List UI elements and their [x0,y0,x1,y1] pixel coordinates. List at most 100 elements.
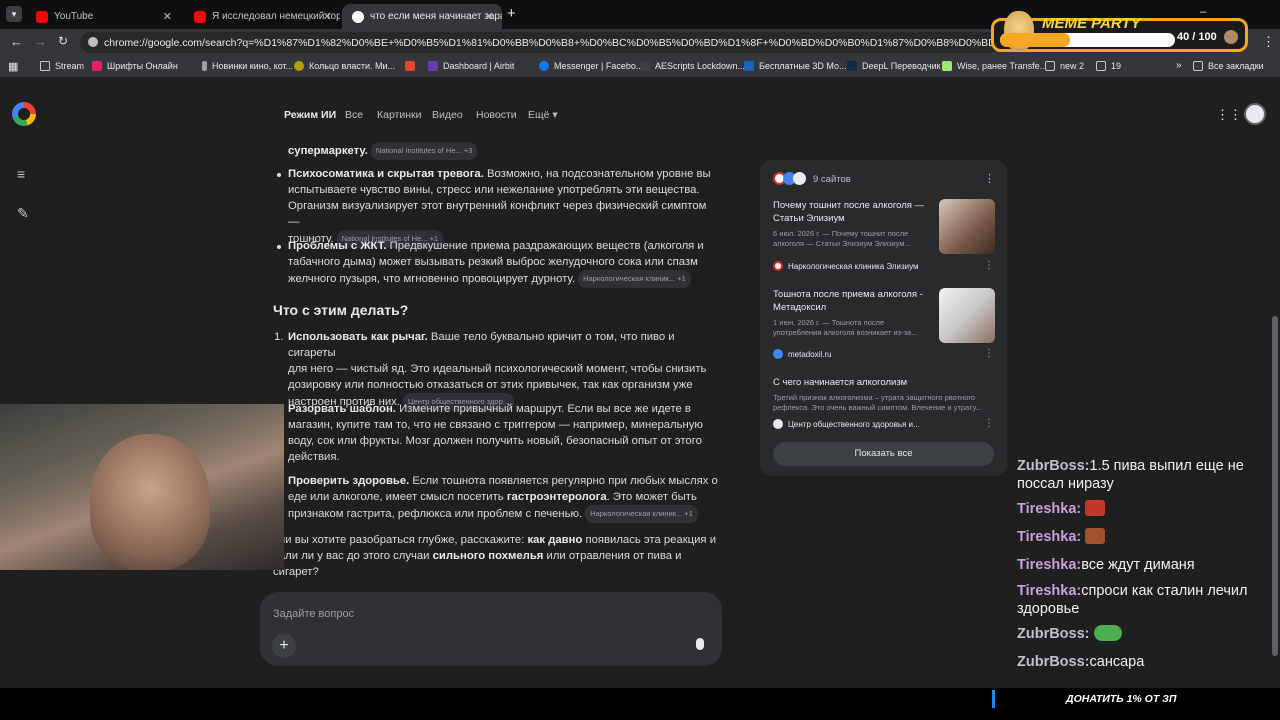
bookmark-airbit[interactable]: Dashboard | Airbit [428,61,514,71]
source-site[interactable]: Центр общественного здоровья и... [773,419,920,429]
source-title[interactable]: Статьи Элизиум [773,213,845,226]
source-title[interactable]: С чего начинается алкоголизм [773,377,907,390]
bookmark-folder-new2[interactable]: new 2 [1045,61,1084,71]
sources-panel: 9 сайтов ⋮ Почему тошнит после алкоголя … [760,160,1007,476]
meme-party-widget: MEME PARTY 40 / 100 [991,11,1248,52]
source-site[interactable]: metadoxil.ru [773,349,832,359]
chat-message: Tireshka: [1017,528,1272,546]
close-tab-icon[interactable]: ✕ [323,10,332,23]
source-title[interactable]: Почему тошнит после алкоголя — [773,200,924,213]
site-info-icon[interactable] [88,37,98,47]
answer-bullet-2: Проблемы с ЖКТ. Предвкушение приема разд… [288,238,718,288]
source-title[interactable]: Метадоксил [773,302,826,315]
tab-youtube[interactable]: YouTube ✕ [26,4,180,29]
youtube-icon [194,10,206,23]
emote-icon [1085,500,1106,516]
bookmark-stream[interactable]: Stream [40,61,84,71]
add-button[interactable]: + [272,634,296,658]
more-icon[interactable]: ⋮ [984,260,994,271]
chat-message: Tireshka: [1017,500,1272,518]
nav-more[interactable]: Ещё ▾ [528,109,558,121]
meme-progress-bar [1000,33,1175,47]
history-icon[interactable]: ≡ [17,166,25,182]
meme-counter: 40 / 100 [1177,31,1217,43]
reload-icon[interactable]: ↻ [58,34,68,48]
nav-images[interactable]: Картинки [377,109,422,121]
more-icon[interactable]: ⋮ [984,172,995,185]
source-snippet: рефлекса. Это очень важный симптом. Влеч… [773,403,982,412]
source-snippet: Третий признак алкоголизма – утрата защи… [773,393,976,402]
bookmarks-bar: ▦ Stream Шрифты Онлайн Новинки кино, кот… [0,56,1280,78]
source-snippet: 6 июл. 2026 г. — Почему тошнит после [773,229,909,238]
source-snippet: употребления алкоголя возникает из-за... [773,328,918,337]
source-title[interactable]: Тошнота после приема алкоголя - [773,289,923,302]
close-tab-icon[interactable]: ✕ [485,10,494,23]
forward-icon[interactable]: → [34,34,47,49]
more-icon[interactable]: ⋮ [984,418,994,429]
bookmark-wise[interactable]: Wise, ранее Transfe... [942,61,1047,71]
nav-news[interactable]: Новости [476,109,517,121]
chat-message: ZubrBoss: [1017,625,1272,643]
apps-icon[interactable]: ▦ [8,60,18,73]
webcam-overlay [0,404,284,570]
followup-question: сли вы хотите разобраться глубже, расска… [273,534,716,578]
more-bookmarks-icon[interactable]: » [1176,60,1182,71]
back-icon[interactable]: ← [10,34,23,49]
close-tab-icon[interactable]: ✕ [163,10,172,23]
bookmark-aescripts[interactable]: AEScripts Lockdown... [640,61,745,71]
chat-message: Tireshka:все ждут диманя [1017,557,1195,573]
chat-message: Tireshka:спроси как сталин лечил здоровь… [1017,583,1248,617]
source-chip[interactable]: Наркологическая клиник... +1 [585,505,698,523]
bookmark-3d[interactable]: Бесплатные 3D Мо... [744,61,847,71]
tab-google-search[interactable]: что если меня начинает зараз ✕ [342,4,502,29]
google-apps-icon[interactable]: ⋮⋮ [1216,107,1242,123]
youtube-icon [36,10,48,23]
page-scrollbar[interactable] [1272,316,1278,656]
kebab-menu-icon[interactable]: ⋮ [1262,34,1275,50]
google-header [0,78,1280,138]
more-icon[interactable]: ⋮ [984,348,994,359]
microphone-icon[interactable] [696,638,704,650]
bookmark-gmail[interactable] [405,61,420,71]
source-thumbnail[interactable] [939,199,995,254]
tab-search-button[interactable]: ▾ [6,6,22,22]
source-thumbnail[interactable] [939,288,995,343]
chat-message: ZubrBoss:сансара [1017,654,1145,670]
show-all-button[interactable]: Показать все [773,442,994,466]
tab-title: Я исследовал немецкий город [212,11,340,22]
chat-message: ZubrBoss:1.5 пива выпил еще не поссал ни… [1017,458,1244,492]
site-icon [773,419,783,429]
bookmark-folder-19[interactable]: 19 [1096,61,1121,71]
tab-youtube-video[interactable]: Я исследовал немецкий город ✕ [184,4,340,29]
answer-step-1: Использовать как рычаг. Ваше тело буквал… [288,329,718,411]
new-tab-button[interactable]: + [507,5,516,22]
sources-count: 9 сайтов [813,174,851,185]
source-site[interactable]: Наркологическая клиника Элизиум [773,261,919,271]
nav-all[interactable]: Все [345,109,363,121]
emote-icon [1085,528,1106,544]
bookmark-fonts[interactable]: Шрифты Онлайн [92,61,178,71]
new-chat-icon[interactable]: ✎ [17,205,29,222]
address-bar[interactable]: chrome://google.com/search?q=%D1%87%D1%8… [80,32,1000,53]
ask-box: Задайте вопрос + [260,592,722,666]
source-chip[interactable]: National Institutes of He... +3 [370,142,478,160]
accent-mark [992,690,995,708]
google-logo[interactable] [12,102,36,126]
nav-video[interactable]: Видео [432,109,463,121]
meme-party-title: MEME PARTY [1042,15,1141,32]
ask-input[interactable]: Задайте вопрос [273,608,354,620]
list-number: 1. [274,331,284,343]
all-bookmarks-folder[interactable]: Все закладки [1193,61,1264,71]
avatar[interactable] [1244,103,1266,125]
site-icon [773,349,783,359]
source-chip[interactable]: Наркологическая клиник... +1 [578,270,691,288]
bookmark-messenger[interactable]: Messenger | Facebo... [539,61,643,71]
answer-bullet-1: Психосоматика и скрытая тревога. Возможн… [288,166,718,248]
tab-title: что если меня начинает зараз [370,11,502,22]
google-icon [352,10,364,23]
bookmark-movies[interactable]: Новинки кино, кот... [202,61,293,71]
nav-ai-mode[interactable]: Режим ИИ [284,109,336,121]
source-favicons [773,172,809,186]
bookmark-deepl[interactable]: DeepL Переводчик [847,61,941,71]
bookmark-rings[interactable]: Кольцо власти. Ми... [294,61,395,71]
